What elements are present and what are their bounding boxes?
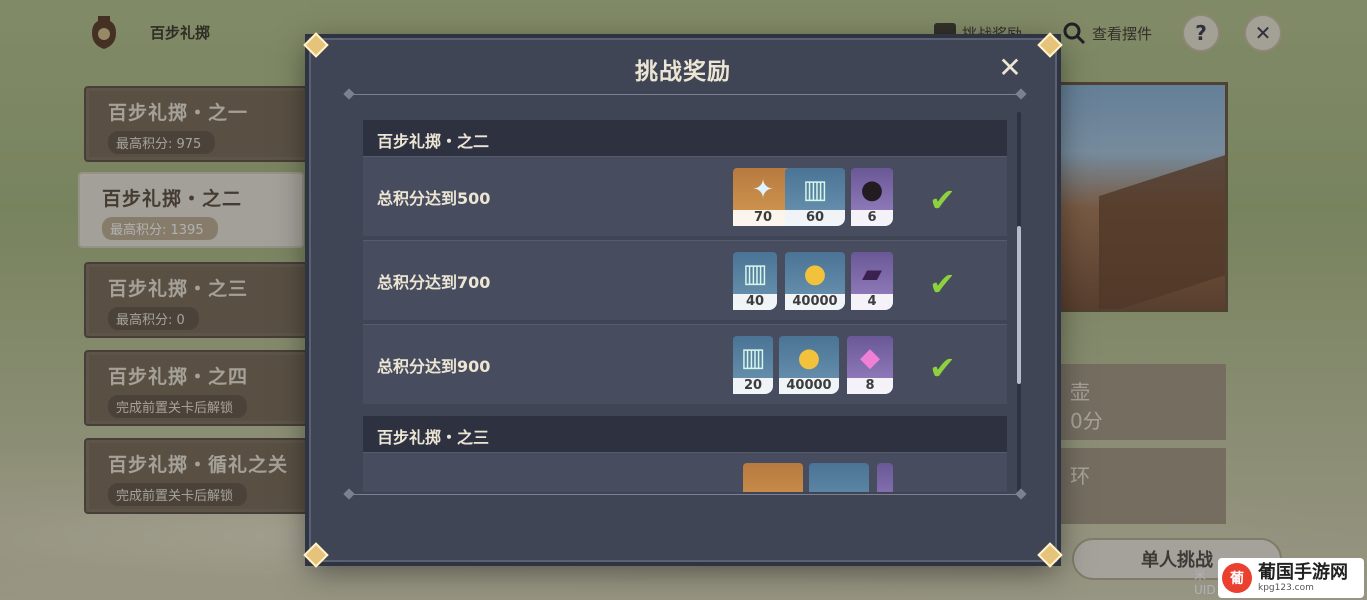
watermark-url: kpg123.com <box>1258 583 1314 593</box>
reward-item-icon[interactable] <box>877 463 893 492</box>
completed-check-icon: ✔ <box>929 349 956 387</box>
reward-row: 总积分达到700 ▥ 40 ● 40000 ▰ 4 ✔ <box>363 240 1007 320</box>
wisdom-crown-icon[interactable]: ▥ 60 <box>785 168 845 226</box>
dialog-title: 挑战奖励 <box>635 59 731 85</box>
reward-row: 总积分达到900 ▥ 20 ● 40000 ◆ 8 ✔ <box>363 324 1007 404</box>
divider-top <box>347 94 1023 95</box>
primogem-icon[interactable]: ✦ 70 <box>733 168 793 226</box>
reward-list[interactable]: 百步礼掷・之二 总积分达到500 ✦ 70 ▥ 60 ● 6 ✔ 总积分达到70… <box>363 114 1009 492</box>
mora-coin-icon[interactable]: ● 40000 <box>779 336 839 394</box>
cannonball-icon[interactable]: ● 6 <box>851 168 893 226</box>
reward-condition: 总积分达到700 <box>377 273 491 292</box>
divider-gem-icon <box>343 88 355 100</box>
reward-row: 总积分达到500 ✦ 70 ▥ 60 ● 6 ✔ <box>363 156 1007 236</box>
reward-row-partial <box>363 452 1007 492</box>
primogem-icon[interactable] <box>743 463 803 492</box>
challenge-reward-dialog: 挑战奖励 ✕ 百步礼掷・之二 总积分达到500 ✦ 70 ▥ 60 ● 6 ✔ … <box>303 32 1063 568</box>
close-icon: ✕ <box>998 51 1022 84</box>
reward-condition: 总积分达到500 <box>377 189 491 208</box>
completed-check-icon: ✔ <box>929 265 956 303</box>
divider-bottom <box>347 494 1023 495</box>
reward-condition: 总积分达到900 <box>377 357 491 376</box>
divider-gem-icon <box>343 488 355 500</box>
site-watermark: 葡 葡国手游网 kpg123.com <box>1218 558 1364 598</box>
wisdom-crown-icon[interactable]: ▥ 40 <box>733 252 777 310</box>
group-header: 百步礼掷・之二 <box>363 120 1007 156</box>
pink-crystal-icon[interactable]: ◆ 8 <box>847 336 893 394</box>
completed-check-icon: ✔ <box>929 181 956 219</box>
dialog-close-button[interactable]: ✕ <box>995 54 1025 84</box>
scrollbar-thumb[interactable] <box>1017 226 1021 384</box>
purple-book-icon[interactable]: ▰ 4 <box>851 252 893 310</box>
divider-gem-icon <box>1015 88 1027 100</box>
wisdom-crown-icon[interactable] <box>809 463 869 492</box>
mora-coin-icon[interactable]: ● 40000 <box>785 252 845 310</box>
group-header: 百步礼掷・之三 <box>363 416 1007 452</box>
watermark-name: 葡国手游网 <box>1258 562 1348 583</box>
watermark-logo-icon: 葡 <box>1222 563 1252 593</box>
wisdom-crown-icon[interactable]: ▥ 20 <box>733 336 773 394</box>
